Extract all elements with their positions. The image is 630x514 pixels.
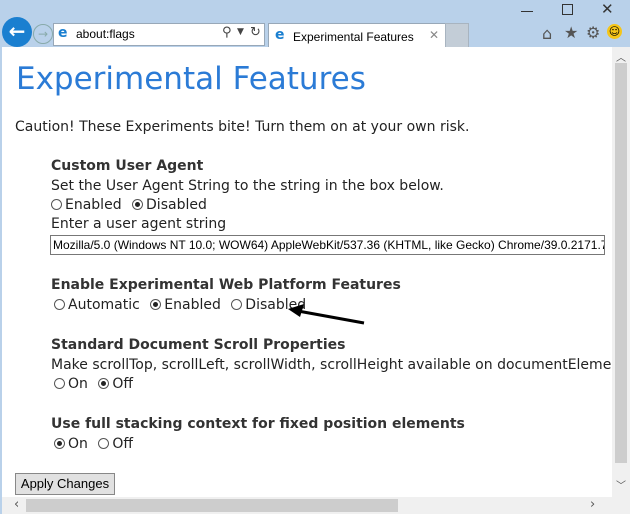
scroll-down-icon[interactable]: ﹀ xyxy=(616,477,626,492)
home-icon[interactable]: ⌂ xyxy=(542,24,552,43)
radio-enabled[interactable]: Enabled xyxy=(150,297,221,313)
section-heading: Standard Document Scroll Properties xyxy=(51,337,346,353)
section-desc: Make scrollTop, scrollLeft, scrollWidth,… xyxy=(51,357,612,373)
scroll-thumb[interactable] xyxy=(26,499,398,512)
radio-on[interactable]: On xyxy=(54,436,88,452)
tab-experimental-features[interactable]: e Experimental Features ✕ xyxy=(268,23,446,48)
radio-enabled[interactable]: Enabled xyxy=(51,197,122,213)
page-content: Experimental Features Caution! These Exp… xyxy=(2,47,612,497)
dropdown-icon[interactable]: ▼ xyxy=(237,27,244,37)
user-agent-input[interactable]: Mozilla/5.0 (Windows NT 10.0; WOW64) App… xyxy=(50,235,605,255)
scroll-right-icon[interactable]: › xyxy=(590,497,595,512)
forward-button[interactable]: → xyxy=(33,24,53,44)
scroll-thumb[interactable] xyxy=(615,63,627,463)
ie-icon: e xyxy=(275,27,285,43)
input-label: Enter a user agent string xyxy=(51,216,227,232)
radio-automatic[interactable]: Automatic xyxy=(54,297,140,313)
horizontal-scrollbar[interactable]: ‹ › xyxy=(2,497,630,514)
annotation-arrow xyxy=(288,304,365,325)
radio-on[interactable]: On xyxy=(54,376,88,392)
address-bar[interactable]: e about:flags ⚲ ▼ ↻ xyxy=(53,23,265,46)
close-tab-icon[interactable]: ✕ xyxy=(429,28,439,42)
custom-ua-options: Enabled Disabled xyxy=(51,197,213,213)
stacking-options: On Off xyxy=(54,436,139,452)
address-text: about:flags xyxy=(76,27,135,41)
minimize-button[interactable] xyxy=(521,11,533,12)
search-icon[interactable]: ⚲ xyxy=(222,25,232,40)
radio-disabled[interactable]: Disabled xyxy=(132,197,207,213)
radio-off[interactable]: Off xyxy=(98,376,133,392)
web-platform-options: Automatic Enabled Disabled xyxy=(54,297,312,313)
back-button[interactable]: ← xyxy=(2,17,32,47)
gear-icon[interactable]: ⚙ xyxy=(586,23,600,42)
radio-off[interactable]: Off xyxy=(98,436,133,452)
section-heading: Custom User Agent xyxy=(51,158,204,174)
section-desc: Set the User Agent String to the string … xyxy=(51,178,444,194)
ie-icon: e xyxy=(58,25,68,41)
scroll-up-icon[interactable]: ︿ xyxy=(616,49,626,64)
vertical-scrollbar[interactable]: ︿ ﹀ xyxy=(612,47,630,497)
scroll-options: On Off xyxy=(54,376,139,392)
section-heading: Use full stacking context for fixed posi… xyxy=(51,416,465,432)
scroll-left-icon[interactable]: ‹ xyxy=(14,497,19,512)
smiley-feedback-icon[interactable]: ☺ xyxy=(607,24,622,39)
apply-changes-button[interactable]: Apply Changes xyxy=(15,473,115,495)
favorites-star-icon[interactable]: ★ xyxy=(564,23,578,42)
section-heading: Enable Experimental Web Platform Feature… xyxy=(51,277,401,293)
new-tab-button[interactable] xyxy=(445,23,469,49)
page-title: Experimental Features xyxy=(16,61,366,97)
tab-title: Experimental Features xyxy=(293,30,414,44)
close-button[interactable]: ✕ xyxy=(601,0,614,18)
caution-text: Caution! These Experiments bite! Turn th… xyxy=(15,119,470,135)
maximize-button[interactable] xyxy=(562,4,573,15)
refresh-icon[interactable]: ↻ xyxy=(250,25,261,40)
